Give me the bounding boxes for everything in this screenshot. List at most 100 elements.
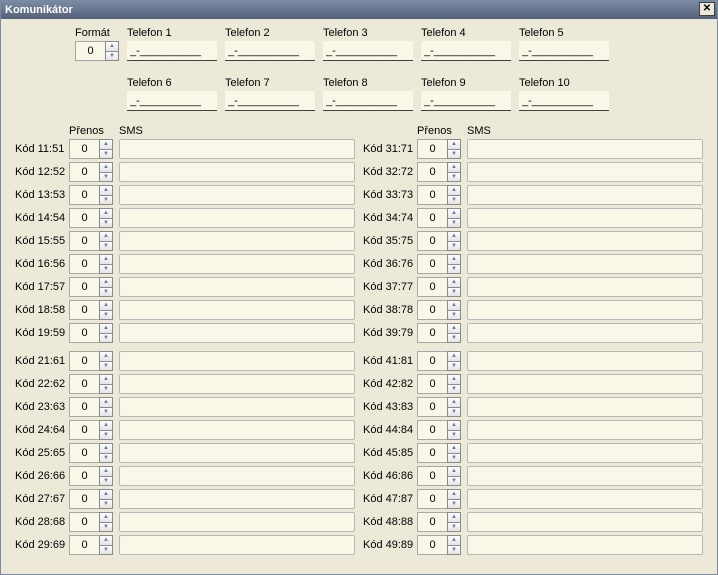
prenos-spinner[interactable]: ▲▼	[417, 231, 461, 251]
prenos-input[interactable]	[417, 208, 447, 228]
spin-down-icon[interactable]: ▼	[99, 408, 113, 418]
close-button[interactable]: ✕	[699, 2, 715, 16]
prenos-input[interactable]	[417, 443, 447, 463]
spin-down-icon[interactable]: ▼	[447, 173, 461, 183]
spin-up-icon[interactable]: ▲	[447, 489, 461, 500]
spin-up-icon[interactable]: ▲	[99, 489, 113, 500]
spin-down-icon[interactable]: ▼	[99, 288, 113, 298]
sms-input[interactable]	[119, 185, 355, 205]
format-input[interactable]	[75, 41, 105, 61]
prenos-input[interactable]	[69, 512, 99, 532]
prenos-input[interactable]	[417, 162, 447, 182]
spin-up-icon[interactable]: ▲	[447, 323, 461, 334]
spin-down-icon[interactable]: ▼	[99, 150, 113, 160]
prenos-input[interactable]	[69, 466, 99, 486]
prenos-input[interactable]	[69, 323, 99, 343]
spin-down-icon[interactable]: ▼	[99, 385, 113, 395]
spin-up-icon[interactable]: ▲	[447, 466, 461, 477]
sms-input[interactable]	[467, 277, 703, 297]
sms-input[interactable]	[119, 535, 355, 555]
spin-up-icon[interactable]: ▲	[447, 300, 461, 311]
sms-input[interactable]	[119, 466, 355, 486]
prenos-spinner[interactable]: ▲▼	[69, 443, 113, 463]
prenos-spinner[interactable]: ▲▼	[417, 397, 461, 417]
spin-up-icon[interactable]: ▲	[447, 443, 461, 454]
spin-down-icon[interactable]: ▼	[99, 523, 113, 533]
prenos-spinner[interactable]: ▲▼	[69, 397, 113, 417]
prenos-input[interactable]	[69, 489, 99, 509]
sms-input[interactable]	[119, 443, 355, 463]
prenos-input[interactable]	[417, 374, 447, 394]
spin-up-icon[interactable]: ▲	[99, 374, 113, 385]
prenos-spinner[interactable]: ▲▼	[69, 208, 113, 228]
prenos-spinner[interactable]: ▲▼	[69, 277, 113, 297]
spin-up-icon[interactable]: ▲	[99, 277, 113, 288]
phone-input[interactable]	[323, 41, 413, 61]
phone-input[interactable]	[519, 41, 609, 61]
spin-up-icon[interactable]: ▲	[99, 443, 113, 454]
prenos-input[interactable]	[417, 185, 447, 205]
prenos-spinner[interactable]: ▲▼	[417, 185, 461, 205]
spin-down-icon[interactable]: ▼	[447, 150, 461, 160]
prenos-spinner[interactable]: ▲▼	[69, 231, 113, 251]
spin-up-icon[interactable]: ▲	[447, 512, 461, 523]
spin-down-icon[interactable]: ▼	[447, 431, 461, 441]
phone-input[interactable]	[323, 91, 413, 111]
sms-input[interactable]	[467, 139, 703, 159]
prenos-spinner[interactable]: ▲▼	[69, 162, 113, 182]
spin-down-icon[interactable]: ▼	[99, 362, 113, 372]
prenos-input[interactable]	[69, 535, 99, 555]
spin-up-icon[interactable]: ▲	[447, 185, 461, 196]
spin-up-icon[interactable]: ▲	[99, 351, 113, 362]
spin-down-icon[interactable]: ▼	[99, 242, 113, 252]
spin-up-icon[interactable]: ▲	[99, 185, 113, 196]
titlebar[interactable]: Komunikátor ✕	[1, 1, 717, 19]
prenos-input[interactable]	[417, 535, 447, 555]
spin-up-icon[interactable]: ▲	[99, 231, 113, 242]
prenos-spinner[interactable]: ▲▼	[417, 351, 461, 371]
sms-input[interactable]	[119, 420, 355, 440]
spin-down-icon[interactable]: ▼	[99, 219, 113, 229]
spin-down-icon[interactable]: ▼	[447, 311, 461, 321]
prenos-input[interactable]	[69, 300, 99, 320]
spin-up-icon[interactable]: ▲	[447, 374, 461, 385]
spin-up-icon[interactable]: ▲	[99, 139, 113, 150]
prenos-spinner[interactable]: ▲▼	[417, 443, 461, 463]
sms-input[interactable]	[467, 489, 703, 509]
prenos-input[interactable]	[417, 254, 447, 274]
sms-input[interactable]	[119, 162, 355, 182]
prenos-input[interactable]	[417, 466, 447, 486]
spin-down-icon[interactable]: ▼	[447, 454, 461, 464]
sms-input[interactable]	[119, 351, 355, 371]
prenos-spinner[interactable]: ▲▼	[69, 323, 113, 343]
spin-down-icon[interactable]: ▼	[99, 477, 113, 487]
phone-input[interactable]	[421, 41, 511, 61]
spin-down-icon[interactable]: ▼	[447, 546, 461, 556]
sms-input[interactable]	[119, 512, 355, 532]
spin-down-icon[interactable]: ▼	[447, 196, 461, 206]
sms-input[interactable]	[467, 466, 703, 486]
sms-input[interactable]	[467, 443, 703, 463]
spin-down-icon[interactable]: ▼	[447, 385, 461, 395]
sms-input[interactable]	[119, 231, 355, 251]
spin-down-icon[interactable]: ▼	[447, 523, 461, 533]
phone-input[interactable]	[421, 91, 511, 111]
spin-up-icon[interactable]: ▲	[99, 466, 113, 477]
prenos-spinner[interactable]: ▲▼	[69, 139, 113, 159]
prenos-input[interactable]	[69, 185, 99, 205]
sms-input[interactable]	[119, 208, 355, 228]
spin-up-icon[interactable]: ▲	[99, 323, 113, 334]
phone-input[interactable]	[127, 91, 217, 111]
sms-input[interactable]	[467, 300, 703, 320]
spin-down-icon[interactable]: ▼	[447, 408, 461, 418]
prenos-spinner[interactable]: ▲▼	[69, 374, 113, 394]
prenos-spinner[interactable]: ▲▼	[417, 535, 461, 555]
spin-down-icon[interactable]: ▼	[447, 288, 461, 298]
spin-up-icon[interactable]: ▲	[99, 512, 113, 523]
sms-input[interactable]	[467, 323, 703, 343]
prenos-spinner[interactable]: ▲▼	[417, 139, 461, 159]
spin-down-icon[interactable]: ▼	[447, 500, 461, 510]
spin-down-icon[interactable]: ▼	[447, 219, 461, 229]
prenos-spinner[interactable]: ▲▼	[417, 162, 461, 182]
spin-up-icon[interactable]: ▲	[447, 277, 461, 288]
